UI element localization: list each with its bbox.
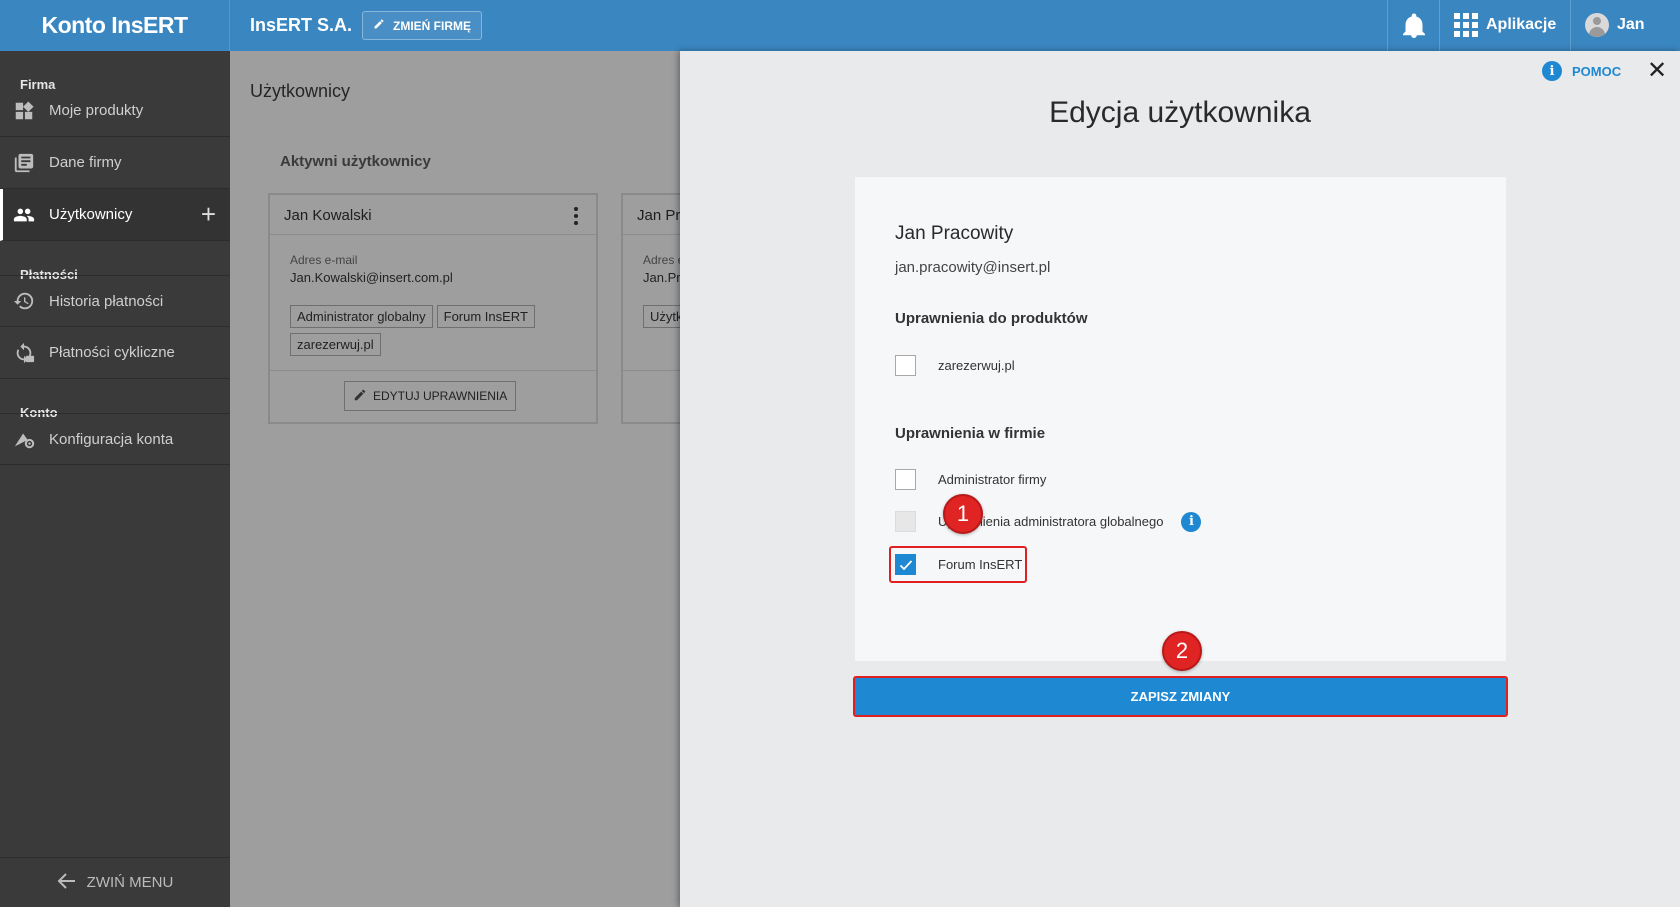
checkbox[interactable] — [895, 469, 916, 490]
permission-row: Uprawnienia administratora globalnego i — [895, 511, 1202, 532]
close-icon[interactable]: ✕ — [1647, 59, 1667, 83]
user-card-footer: EDYTUJ UPRAWNIENIA — [270, 370, 596, 422]
permission-tags: Użytk — [643, 305, 680, 333]
top-bar: Konto InsERT InsERT S.A. ZMIEŃ FIRMĘ Apl… — [0, 0, 1680, 51]
sidebar-item-label: Historia płatności — [49, 292, 164, 310]
history-icon — [12, 289, 36, 313]
help-label: POMOC — [1572, 63, 1622, 79]
app-logo[interactable]: Konto InsERT — [0, 0, 230, 51]
drawer-title: Edycja użytkownika — [1049, 96, 1311, 129]
add-user-icon[interactable]: + — [201, 201, 216, 227]
apps-menu[interactable]: Aplikacje — [1454, 13, 1556, 37]
user-form-card: Jan Pracowity jan.pracowity@insert.pl Up… — [855, 177, 1506, 661]
checkbox[interactable] — [895, 355, 916, 376]
step-marker-1: 1 — [943, 494, 983, 534]
account-settings-icon — [12, 427, 36, 451]
document-icon — [12, 151, 36, 175]
sidebar-item-account-config[interactable]: Konfiguracja konta — [0, 413, 230, 465]
sidebar-item-company-data[interactable]: Dane firmy — [0, 137, 230, 189]
permission-row[interactable]: zarezerwuj.pl — [895, 355, 1015, 376]
sidebar-section-title: Firma — [20, 77, 56, 92]
checkbox — [895, 511, 916, 532]
user-card: Jan Pr Adres e Jan.Pr Użytk — [621, 193, 680, 424]
collapse-menu-button[interactable]: ZWIŃ MENU — [0, 857, 230, 907]
recurring-icon — [12, 341, 36, 365]
edit-permissions-button[interactable]: EDYTUJ UPRAWNIENIA — [344, 381, 517, 411]
user-card-footer — [623, 370, 680, 422]
divider — [1570, 0, 1571, 51]
user-card-name: Jan Pr — [637, 207, 680, 224]
sidebar-item-label: Dane firmy — [49, 154, 122, 171]
edit-user-drawer: i POMOC ✕ Edycja użytkownika Jan Pracowi… — [680, 51, 1680, 907]
permission-tag: Administrator globalny — [290, 305, 433, 328]
edit-permissions-label: EDYTUJ UPRAWNIENIA — [373, 389, 508, 403]
divider — [1387, 0, 1388, 51]
bell-icon[interactable] — [1402, 13, 1426, 39]
sidebar-item-label: Użytkownicy — [49, 206, 133, 223]
user-card-header: Jan Pr — [623, 195, 680, 235]
sidebar-item-label: Płatności cykliczne — [49, 344, 175, 361]
info-icon[interactable]: i — [1181, 511, 1202, 532]
change-company-button[interactable]: ZMIEŃ FIRMĘ — [362, 11, 482, 40]
sidebar-item-recurring-payments[interactable]: Płatności cykliczne — [0, 327, 230, 379]
section-title: Aktywni użytkownicy — [280, 153, 431, 170]
sidebar-item-label: Moje produkty — [49, 102, 144, 119]
permission-tags: Administrator globalny Forum InsERT zareze… — [290, 305, 580, 361]
product-permissions-title: Uprawnienia do produktów — [895, 310, 1088, 327]
user-card-header: Jan Kowalski — [270, 195, 596, 235]
arrow-left-icon — [57, 872, 77, 894]
help-link[interactable]: i POMOC — [1542, 61, 1621, 81]
sidebar: Firma Moje produkty Dane firmy Użytkowni… — [0, 51, 230, 907]
email-label: Adres e-mail — [290, 253, 358, 267]
page-title: Użytkownicy — [250, 81, 351, 101]
user-email: jan.pracowity@insert.pl — [895, 259, 1051, 276]
step-marker-2: 2 — [1162, 631, 1202, 671]
users-icon — [12, 203, 36, 227]
permission-tag: Użytk — [643, 305, 680, 328]
permission-tag: Forum InsERT — [436, 305, 535, 328]
highlight-box — [889, 546, 1027, 583]
sidebar-item-label: Konfiguracja konta — [49, 430, 174, 448]
divider — [1439, 0, 1440, 51]
avatar-icon — [1585, 13, 1609, 37]
pencil-icon — [353, 388, 367, 405]
user-card-name: Jan Kowalski — [284, 207, 372, 224]
sidebar-section-title: Konto — [20, 405, 58, 420]
user-email: Jan.Pr — [643, 270, 680, 285]
apps-label: Aplikacje — [1486, 16, 1557, 33]
permission-tag: zarezerwuj.pl — [290, 333, 381, 356]
more-vertical-icon[interactable] — [574, 207, 578, 228]
user-card: Jan Kowalski Adres e-mail Jan.Kowalski@i… — [268, 193, 598, 424]
user-name: Jan — [1617, 16, 1645, 33]
email-label: Adres e — [643, 253, 680, 267]
company-name: InsERT S.A. — [250, 15, 353, 35]
sidebar-item-my-products[interactable]: Moje produkty — [0, 85, 230, 137]
permission-label: zarezerwuj.pl — [938, 358, 1015, 373]
collapse-menu-label: ZWIŃ MENU — [86, 874, 174, 891]
save-changes-button[interactable]: ZAPISZ ZMIANY — [855, 678, 1506, 715]
apps-grid-icon — [1454, 13, 1478, 37]
sidebar-item-payment-history[interactable]: Historia płatności — [0, 275, 230, 327]
user-name: Jan Pracowity — [895, 223, 1014, 244]
user-menu[interactable]: Jan — [1585, 13, 1645, 37]
main-content: Użytkownicy Aktywni użytkownicy Jan Kowa… — [230, 51, 680, 907]
user-email: Jan.Kowalski@insert.com.pl — [290, 270, 453, 285]
permission-label: Administrator firmy — [938, 472, 1047, 487]
company-permissions-title: Uprawnienia w firmie — [895, 425, 1046, 442]
info-icon: i — [1542, 61, 1562, 81]
pencil-icon — [373, 18, 385, 33]
sidebar-item-users[interactable]: Użytkownicy + — [0, 189, 230, 241]
permission-row[interactable]: Administrator firmy — [895, 469, 1046, 490]
widgets-icon — [12, 99, 36, 123]
change-company-label: ZMIEŃ FIRMĘ — [393, 18, 471, 33]
sidebar-section-title: Płatności — [20, 267, 78, 282]
